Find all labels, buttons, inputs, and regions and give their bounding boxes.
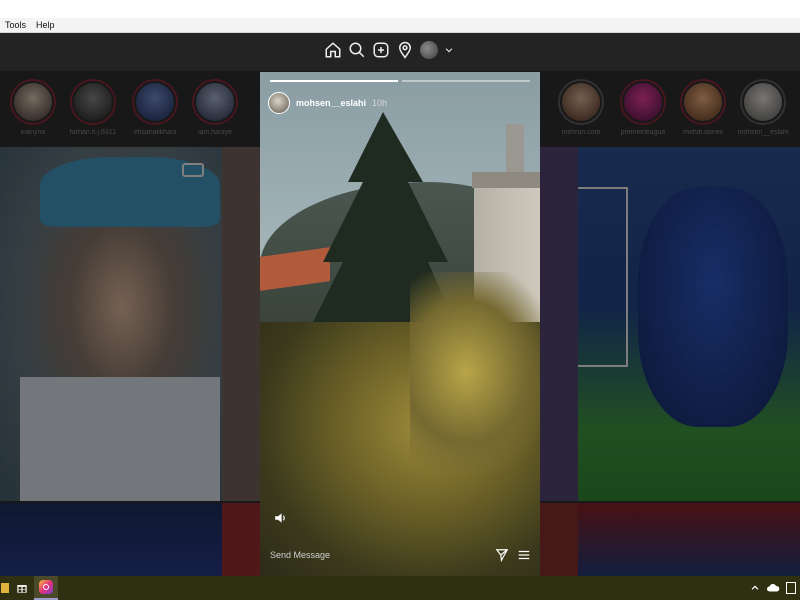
search-icon[interactable]	[348, 41, 366, 59]
story-image-foliage-bright	[410, 272, 540, 472]
story-username: mohsen__eslahi	[737, 129, 789, 136]
cloud-icon[interactable]	[766, 583, 780, 593]
feed-post-image[interactable]	[578, 503, 800, 576]
video-camera-icon	[182, 163, 204, 177]
feed-post-image[interactable]	[222, 147, 260, 501]
home-icon[interactable]	[324, 41, 342, 59]
story-viewer[interactable]: mohsen__eslahi 10h Send Message	[260, 72, 540, 576]
menu-icon[interactable]	[516, 548, 532, 562]
keyboard-icon[interactable]	[786, 582, 796, 594]
explorer-icon[interactable]	[0, 576, 10, 600]
feed-post-image[interactable]	[578, 147, 800, 501]
top-nav	[0, 33, 800, 71]
story-progress-fill	[270, 80, 398, 82]
location-icon[interactable]	[396, 41, 414, 59]
story-item[interactable]: inanyna	[2, 79, 64, 136]
story-item[interactable]: ehsanalikhani	[124, 79, 186, 136]
sound-icon[interactable]	[274, 512, 288, 524]
send-icon[interactable]	[494, 548, 510, 562]
story-author-username[interactable]: mohsen__eslahi	[296, 98, 366, 108]
story-progress	[270, 80, 530, 82]
story-ring	[740, 79, 786, 125]
story-ring	[558, 79, 604, 125]
story-ring	[10, 79, 56, 125]
send-message-input[interactable]: Send Message	[270, 550, 488, 560]
feed-post-image[interactable]	[540, 147, 578, 501]
story-username: premierleague	[620, 129, 666, 136]
story-username: farhan.h.j.6311	[69, 129, 117, 136]
profile-avatar[interactable]	[420, 41, 438, 59]
feed-post-image[interactable]	[0, 147, 222, 501]
story-progress-segment	[270, 80, 398, 82]
store-icon[interactable]	[10, 576, 34, 600]
title-strip	[0, 0, 800, 18]
story-timestamp: 10h	[372, 98, 388, 108]
story-ring	[680, 79, 726, 125]
feed-post-image[interactable]	[0, 503, 222, 576]
chevron-up-icon[interactable]	[750, 583, 760, 593]
story-username: ehsanalikhani	[133, 129, 177, 136]
send-message-row: Send Message	[270, 544, 532, 566]
story-username: iam.haniye	[198, 129, 232, 136]
story-ring	[620, 79, 666, 125]
menu-bar: Tools Help	[0, 18, 800, 33]
instagram-app-icon[interactable]	[34, 576, 58, 600]
story-header: mohsen__eslahi 10h	[268, 92, 387, 114]
story-image-chimney	[506, 124, 524, 174]
chevron-down-icon[interactable]	[444, 41, 454, 59]
story-username: inanyna	[20, 129, 46, 136]
menu-help[interactable]: Help	[31, 20, 60, 30]
story-username: mehdi.daneii	[683, 129, 723, 136]
system-tray	[750, 576, 800, 600]
story-item[interactable]: mehran.com	[550, 79, 612, 136]
story-item[interactable]: farhan.h.j.6311	[62, 79, 124, 136]
story-username: mehran.com	[561, 129, 601, 136]
instagram-app: inanyna farhan.h.j.6311 ehsanalikhani ia…	[0, 33, 800, 576]
story-item[interactable]: premierleague	[612, 79, 674, 136]
story-ring	[192, 79, 238, 125]
story-author-avatar[interactable]	[268, 92, 290, 114]
story-item[interactable]: mehdi.daneii	[672, 79, 734, 136]
feed-post-image[interactable]	[540, 503, 578, 576]
story-item[interactable]: iam.haniye	[184, 79, 246, 136]
story-item[interactable]: mohsen__eslahi	[732, 79, 794, 136]
story-ring	[132, 79, 178, 125]
story-image-roofline	[472, 172, 540, 188]
taskbar	[0, 576, 800, 600]
story-progress-segment	[402, 80, 530, 82]
feed-post-image[interactable]	[222, 503, 260, 576]
add-post-icon[interactable]	[372, 41, 390, 59]
menu-tools[interactable]: Tools	[0, 20, 31, 30]
story-ring	[70, 79, 116, 125]
